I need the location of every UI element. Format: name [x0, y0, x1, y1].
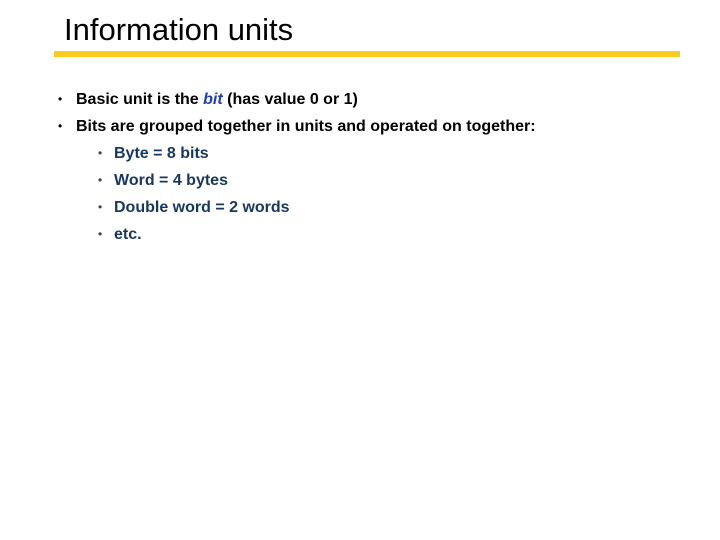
sub-bullet-byte: • Byte = 8 bits: [98, 140, 558, 167]
bullet-dot-icon: •: [58, 119, 63, 133]
bullet-text-suffix: (has value 0 or 1): [222, 91, 358, 108]
sub-bullet-dot-icon: •: [98, 200, 103, 214]
sub-bullet-text: Word = 4 bytes: [114, 172, 228, 189]
sub-bullet-text: etc.: [114, 226, 142, 243]
bullet-grouping: • Bits are grouped together in units and…: [56, 113, 536, 248]
bullet-text: Bits are grouped together in units and o…: [76, 118, 536, 135]
sub-bullet-dot-icon: •: [98, 227, 103, 241]
bullet-list: • Basic unit is the bit (has value 0 or …: [56, 86, 536, 248]
sub-bullet-dot-icon: •: [98, 146, 103, 160]
slide-title: Information units: [64, 12, 294, 47]
sub-bullet-etc: • etc.: [98, 221, 558, 248]
sub-bullet-text: Double word = 2 words: [114, 199, 290, 216]
bullet-emphasis-bit: bit: [203, 91, 223, 108]
bullet-text-prefix: Basic unit is the: [76, 91, 204, 108]
bullet-basic-unit: • Basic unit is the bit (has value 0 or …: [56, 86, 536, 113]
sub-bullet-text: Byte = 8 bits: [114, 145, 209, 162]
sub-bullet-double-word: • Double word = 2 words: [98, 194, 558, 221]
sub-bullet-dot-icon: •: [98, 173, 103, 187]
bullet-dot-icon: •: [58, 92, 63, 106]
sub-bullet-word: • Word = 4 bytes: [98, 167, 558, 194]
title-underline-rule: [54, 51, 680, 57]
sub-bullet-list: • Byte = 8 bits • Word = 4 bytes • Doubl…: [98, 140, 558, 248]
